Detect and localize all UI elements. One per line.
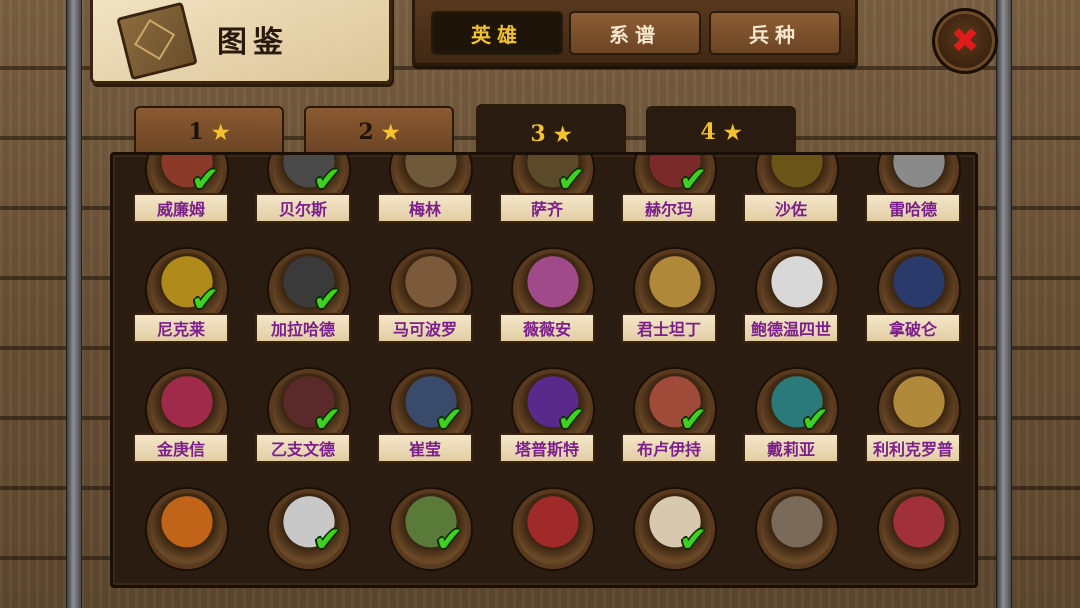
hero-name-label: 沙佐 [743,193,839,223]
hero-name-label: 梅林 [377,193,473,223]
hero-card[interactable]: ✔ 贝尔斯 [255,155,351,239]
left-metal-rail [66,0,82,608]
hero-card[interactable]: ✔ 布卢伊持 [621,369,717,479]
hero-grid-panel[interactable]: ✔ 威廉姆 ✔ 贝尔斯 梅林 ✔ 萨齐 ✔ 赫尔玛 沙佐 雷哈德 ✔ 尼克莱 ✔ 加拉哈德 马可波罗 薇薇安 君士… [110,152,978,588]
book-icon [116,1,198,81]
hero-card[interactable]: 鲍德温四世 [743,249,839,359]
owned-check-icon: ✔ [435,520,464,560]
hero-card[interactable]: 马可波罗 [377,249,473,359]
hero-card[interactable]: ✔ 赫尔玛 [621,155,717,239]
hero-card[interactable]: 拿破仑 [865,249,961,359]
hero-portrait [513,489,593,569]
hero-name-label: 威廉姆 [133,193,229,223]
hero-card[interactable] [499,489,595,585]
hero-name-label: 君士坦丁 [621,313,717,343]
hero-name-label: 塔普斯特 [499,433,595,463]
hero-portrait [879,489,959,569]
star-tab-label: 2 [358,119,374,145]
star-tab-2[interactable]: 2 ★ [304,106,454,156]
hero-card[interactable]: ✔ 威廉姆 [133,155,229,239]
hero-name-label: 薇薇安 [499,313,595,343]
hero-name-label: 雷哈德 [865,193,961,223]
star-icon: ★ [381,120,400,144]
star-tab-label: 3 [530,121,546,147]
tab-lineage[interactable]: 系谱 [569,11,701,55]
hero-card[interactable] [133,489,229,585]
owned-check-icon: ✔ [679,400,708,440]
hero-card[interactable]: ✔ [255,489,351,585]
hero-name-label: 赫尔玛 [621,193,717,223]
hero-card[interactable]: 君士坦丁 [621,249,717,359]
hero-card[interactable]: 薇薇安 [499,249,595,359]
hero-portrait [757,489,837,569]
hero-card[interactable]: ✔ 萨齐 [499,155,595,239]
hero-card[interactable] [743,489,839,585]
hero-card[interactable] [865,489,961,585]
hero-name-label: 崔莹 [377,433,473,463]
hero-card[interactable]: ✔ 加拉哈德 [255,249,351,359]
owned-check-icon: ✔ [557,400,586,440]
owned-check-icon: ✔ [313,400,342,440]
owned-check-icon: ✔ [191,280,220,320]
owned-check-icon: ✔ [313,160,342,200]
star-icon: ★ [723,120,742,144]
hero-name-label: 加拉哈德 [255,313,351,343]
hero-card[interactable]: ✔ [377,489,473,585]
owned-check-icon: ✔ [679,160,708,200]
right-metal-rail [996,0,1012,608]
hero-name-label: 利利克罗普 [865,433,961,463]
owned-check-icon: ✔ [679,520,708,560]
star-icon: ★ [211,120,230,144]
category-tabs: 英雄 系谱 兵种 [412,0,858,66]
owned-check-icon: ✔ [557,160,586,200]
owned-check-icon: ✔ [313,280,342,320]
hero-name-label: 尼克莱 [133,313,229,343]
hero-card[interactable]: ✔ 戴莉亚 [743,369,839,479]
owned-check-icon: ✔ [435,400,464,440]
page-title: 图鉴 [217,25,289,60]
hero-name-label: 戴莉亚 [743,433,839,463]
hero-name-label: 拿破仑 [865,313,961,343]
hero-card[interactable]: ✔ 崔莹 [377,369,473,479]
hero-name-label: 鲍德温四世 [743,313,839,343]
star-tab-label: 4 [700,119,716,145]
star-tab-1[interactable]: 1 ★ [134,106,284,156]
hero-name-label: 马可波罗 [377,313,473,343]
star-tab-4[interactable]: 4 ★ [646,106,796,156]
hero-card[interactable]: ✔ [621,489,717,585]
hero-card[interactable]: 金庚信 [133,369,229,479]
tab-heroes[interactable]: 英雄 [431,11,563,55]
owned-check-icon: ✔ [191,160,220,200]
hero-card[interactable]: ✔ 尼克莱 [133,249,229,359]
hero-card[interactable]: 利利克罗普 [865,369,961,479]
hero-card[interactable]: ✔ 塔普斯特 [499,369,595,479]
hero-card[interactable]: 沙佐 [743,155,839,239]
hero-name-label: 金庚信 [133,433,229,463]
close-button[interactable]: ✖ [932,8,998,74]
star-tab-label: 1 [188,119,204,145]
hero-portrait [147,489,227,569]
hero-name-label: 萨齐 [499,193,595,223]
hero-card[interactable]: ✔ 乙支文德 [255,369,351,479]
hero-card[interactable]: 梅林 [377,155,473,239]
hero-name-label: 乙支文德 [255,433,351,463]
title-card: 图鉴 [90,0,392,84]
star-icon: ★ [553,122,572,146]
hero-name-label: 贝尔斯 [255,193,351,223]
tab-troops[interactable]: 兵种 [709,11,841,55]
close-icon: ✖ [950,21,980,61]
hero-card[interactable]: 雷哈德 [865,155,961,239]
owned-check-icon: ✔ [801,400,830,440]
owned-check-icon: ✔ [313,520,342,560]
hero-name-label: 布卢伊持 [621,433,717,463]
